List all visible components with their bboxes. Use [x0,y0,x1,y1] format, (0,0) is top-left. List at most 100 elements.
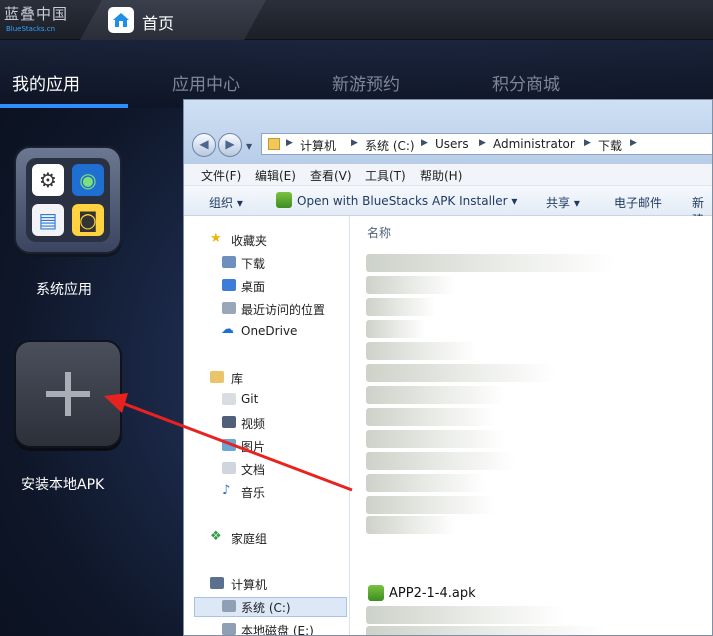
file-explorer-window: ◀ ▶ ▼ ▶ 计算机 ▶ 系统 (C:) ▶ Users ▶ Administ… [183,99,713,636]
documents-icon [222,462,236,474]
apk-file-icon [368,585,384,601]
menu-view[interactable]: 查看(V) [310,167,352,184]
menu-help[interactable]: 帮助(H) [420,167,462,184]
star-icon: ★ [210,231,222,246]
camera-icon: ◙ [72,204,104,236]
nav-downloads[interactable]: 下载 [241,255,265,272]
bluestacks-logo: 蓝叠中国 BlueStacks.cn [4,3,74,37]
breadcrumb-separator-icon: ▶ [630,138,637,148]
breadcrumb-separator-icon: ▶ [479,138,486,148]
homegroup-icon: ❖ [210,529,222,544]
blurred-file-row [366,298,436,316]
breadcrumb-computer[interactable]: 计算机 [300,137,336,154]
recent-pages-dropdown-icon[interactable]: ▼ [246,142,252,151]
install-apk-label: 安装本地APK [21,477,105,493]
browser-globe-icon: ◉ [72,164,104,196]
nav-documents[interactable]: 文档 [241,461,265,478]
blurred-file-row [366,342,476,360]
computer-icon [210,577,224,589]
blurred-file-row [366,364,556,382]
home-icon[interactable] [108,7,134,33]
nav-git[interactable]: Git [241,392,258,406]
blurred-file-row [366,474,486,492]
breadcrumb-downloads[interactable]: 下载 [598,137,622,154]
blurred-file-row [366,320,426,338]
blurred-file-row [366,408,496,426]
nav-music[interactable]: 音乐 [241,484,265,501]
nav-pictures[interactable]: 图片 [241,438,265,455]
system-apps-grid: ⚙ ◉ ▤ ◙ [26,158,110,242]
blurred-file-row [366,254,616,272]
blurred-file-row [366,626,606,635]
organize-button[interactable]: 组织 ▾ [209,194,243,211]
command-toolbar: 组织 ▾ Open with BlueStacks APK Installer … [184,186,712,227]
breadcrumb-separator-icon: ▶ [421,138,428,148]
nav-computer[interactable]: 计算机 [231,576,267,593]
menu-bar: 文件(F) 编辑(E) 查看(V) 工具(T) 帮助(H) [184,164,712,186]
nav-recent-places[interactable]: 最近访问的位置 [241,301,325,318]
nav-drive-c[interactable]: 系统 (C:) [241,599,291,616]
desktop-icon [222,279,236,291]
breadcrumb-users[interactable]: Users [435,137,469,151]
blurred-file-row [366,430,506,448]
active-tab-indicator [0,104,128,108]
drive-icon [222,623,236,635]
folder-icon [268,138,280,150]
nav-app-center[interactable]: 应用中心 [172,70,240,95]
blurred-file-row [366,496,496,514]
plus-icon [46,372,90,416]
blurred-file-row [366,606,566,624]
videos-icon [222,416,236,428]
title-bar: 蓝叠中国 BlueStacks.cn 首页 [0,0,713,40]
music-note-icon: ♪ [222,483,231,498]
nav-new-games[interactable]: 新游预约 [332,70,400,95]
email-button[interactable]: 电子邮件 [614,194,662,211]
news-icon: ▤ [32,204,64,236]
file-item-apk[interactable]: APP2-1-4.apk [389,586,476,601]
navigation-pane: ★ 收藏夹 下载 桌面 最近访问的位置 ☁ OneDrive 库 Git 视频 … [184,216,350,635]
nav-homegroup[interactable]: 家庭组 [231,530,267,547]
menu-tools[interactable]: 工具(T) [365,167,406,184]
nav-drive-e[interactable]: 本地磁盘 (E:) [241,622,314,635]
breadcrumb-separator-icon: ▶ [584,138,591,148]
menu-edit[interactable]: 编辑(E) [255,167,296,184]
nav-points-mall[interactable]: 积分商城 [492,70,560,95]
system-apps-label: 系统应用 [36,282,92,298]
address-bar[interactable]: ▶ 计算机 ▶ 系统 (C:) ▶ Users ▶ Administrator … [261,133,712,155]
menu-file[interactable]: 文件(F) [201,167,241,184]
open-with-bluestacks-button[interactable]: Open with BlueStacks APK Installer ▾ [297,194,517,208]
brand-name-cn: 蓝叠中国 [4,5,69,23]
nav-desktop[interactable]: 桌面 [241,278,265,295]
nav-favorites[interactable]: 收藏夹 [231,232,267,249]
nav-my-apps[interactable]: 我的应用 [12,70,80,95]
breadcrumb-administrator[interactable]: Administrator [493,137,575,151]
main-nav: 我的应用 应用中心 新游预约 积分商城 [0,40,713,108]
nav-libraries[interactable]: 库 [231,370,243,387]
back-button[interactable]: ◀ [192,133,216,157]
breadcrumb-separator-icon: ▶ [351,138,358,148]
forward-button[interactable]: ▶ [218,133,242,157]
brand-name-en: BlueStacks.cn [6,25,56,33]
nav-onedrive[interactable]: OneDrive [241,324,297,338]
system-apps-tile[interactable]: ⚙ ◉ ▤ ◙ [14,146,122,254]
recent-places-icon [222,302,236,314]
column-header-name[interactable]: 名称 [367,224,391,241]
git-folder-icon [222,393,236,405]
breadcrumb-drive-c[interactable]: 系统 (C:) [365,137,415,154]
share-button[interactable]: 共享 ▾ [546,194,580,211]
install-apk-tile[interactable] [14,340,122,448]
back-arrow-icon: ◀ [199,137,209,151]
blurred-file-row [366,516,456,534]
home-tab-label[interactable]: 首页 [142,10,174,34]
bluestacks-apk-icon [276,192,292,208]
pictures-icon [222,439,236,451]
drive-icon [222,600,236,612]
library-icon [210,371,224,383]
downloads-icon [222,256,236,268]
blurred-file-row [366,276,456,294]
onedrive-cloud-icon: ☁ [221,322,234,337]
settings-gear-icon: ⚙ [32,164,64,196]
blurred-file-row [366,452,516,470]
file-list-pane: 名称 APP2-1-4.apk [351,216,712,635]
nav-videos[interactable]: 视频 [241,415,265,432]
